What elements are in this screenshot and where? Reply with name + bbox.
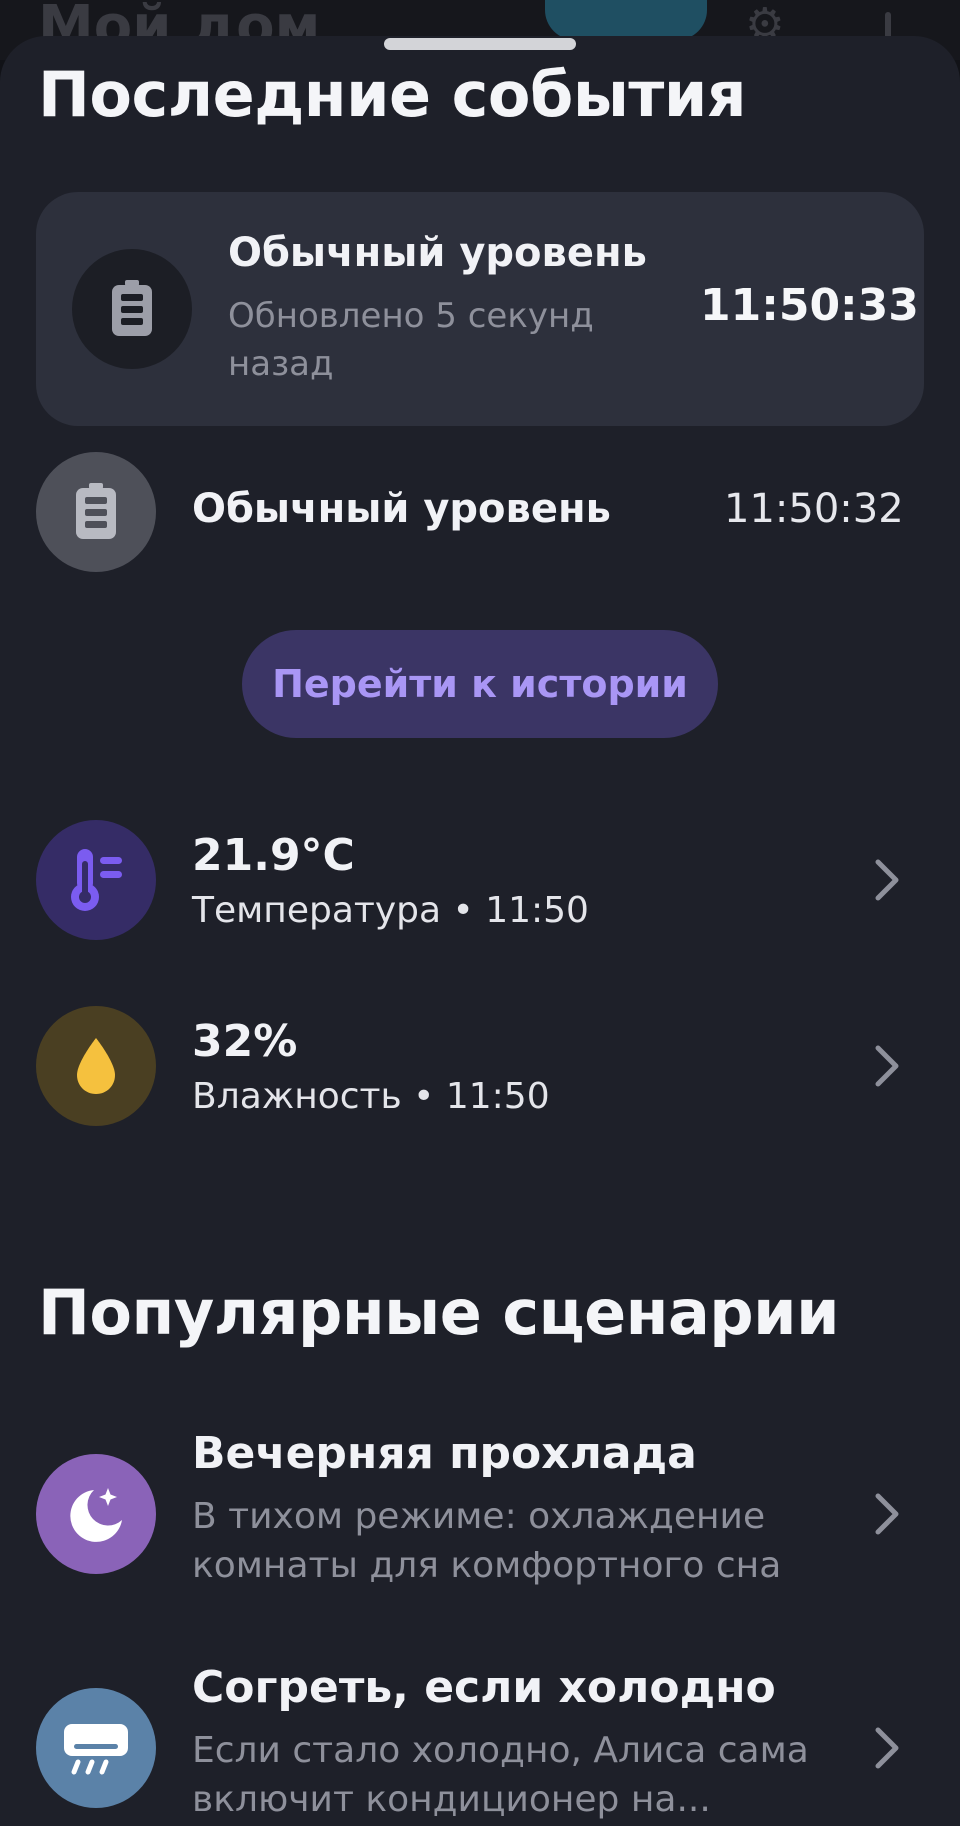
- battery-icon: [72, 249, 192, 369]
- temperature-row[interactable]: 21.9°C Температура • 11:50: [0, 818, 960, 942]
- scenario-description: Если стало холодно, Алиса сама включит к…: [192, 1730, 809, 1820]
- latest-event-card[interactable]: Обычный уровень Обновлено 5 секунд назад…: [36, 192, 924, 426]
- previous-event-row[interactable]: Обычный уровень 11:50:32: [0, 450, 960, 574]
- thermometer-icon: [36, 820, 156, 940]
- water-drop-icon: [36, 1006, 156, 1126]
- previous-event-title: Обычный уровень: [192, 486, 611, 532]
- humidity-row[interactable]: 32% Влажность • 11:50: [0, 1004, 960, 1128]
- scenario-title: Вечерняя прохлада: [192, 1428, 697, 1479]
- chevron-right-icon: [875, 1727, 899, 1769]
- scenario-row[interactable]: Вечерняя прохлада В тихом режиме: охлажд…: [0, 1428, 960, 1608]
- humidity-meta: Влажность • 11:50: [192, 1076, 550, 1117]
- latest-event-subtitle: Обновлено 5 секунд назад: [228, 296, 594, 384]
- scenario-description: В тихом режиме: охлаждение комнаты для к…: [192, 1496, 782, 1586]
- temperature-meta: Температура • 11:50: [192, 890, 589, 931]
- scenario-row[interactable]: Согреть, если холодно Если стало холодно…: [0, 1662, 960, 1826]
- chevron-right-icon: [875, 1045, 899, 1087]
- background-pill: [545, 0, 707, 40]
- latest-event-title: Обычный уровень: [228, 230, 647, 276]
- bottom-sheet: Последние события Обычный уровень Обновл…: [0, 36, 960, 1826]
- latest-event-time: 11:50:33: [700, 280, 919, 331]
- events-title: Последние события: [38, 58, 747, 131]
- moon-star-icon: [36, 1454, 156, 1574]
- temperature-value: 21.9°C: [192, 830, 355, 881]
- chevron-right-icon: [875, 1493, 899, 1535]
- go-to-history-button[interactable]: Перейти к истории: [242, 630, 718, 738]
- humidity-value: 32%: [192, 1016, 298, 1067]
- chevron-right-icon: [875, 859, 899, 901]
- previous-event-time: 11:50:32: [724, 486, 904, 532]
- scenarios-title: Популярные сценарии: [38, 1276, 840, 1349]
- battery-icon: [36, 452, 156, 572]
- air-conditioner-icon: [36, 1688, 156, 1808]
- scenario-title: Согреть, если холодно: [192, 1662, 776, 1713]
- sheet-grabber[interactable]: [384, 38, 576, 50]
